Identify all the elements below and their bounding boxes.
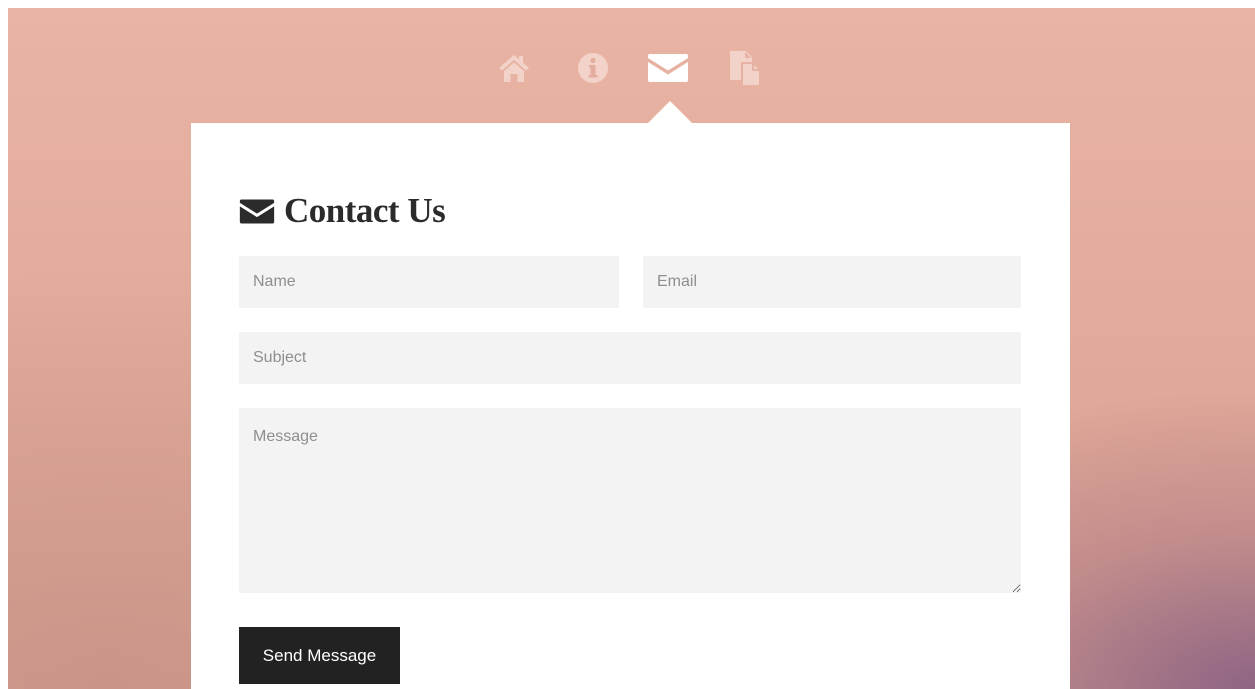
nav-info-link[interactable] — [571, 48, 615, 88]
info-icon — [578, 53, 608, 83]
subject-field[interactable] — [239, 332, 1021, 384]
contact-panel: Contact Us Send Message — [191, 123, 1070, 689]
documents-icon — [730, 50, 759, 85]
message-field[interactable] — [239, 408, 1021, 593]
name-field[interactable] — [239, 256, 619, 308]
nav-documents-link[interactable] — [722, 48, 766, 88]
nav-home-link[interactable] — [492, 48, 536, 88]
home-icon — [499, 55, 529, 82]
email-field[interactable] — [643, 256, 1021, 308]
page-title-text: Contact Us — [284, 191, 446, 230]
panel-pointer — [648, 101, 692, 123]
page-title: Contact Us — [239, 189, 446, 233]
top-nav — [8, 48, 1255, 88]
page-background: Contact Us Send Message — [8, 8, 1255, 689]
nav-contact-link[interactable] — [646, 48, 690, 88]
envelope-icon — [239, 199, 275, 223]
send-message-button[interactable]: Send Message — [239, 627, 400, 684]
envelope-icon — [648, 54, 688, 82]
